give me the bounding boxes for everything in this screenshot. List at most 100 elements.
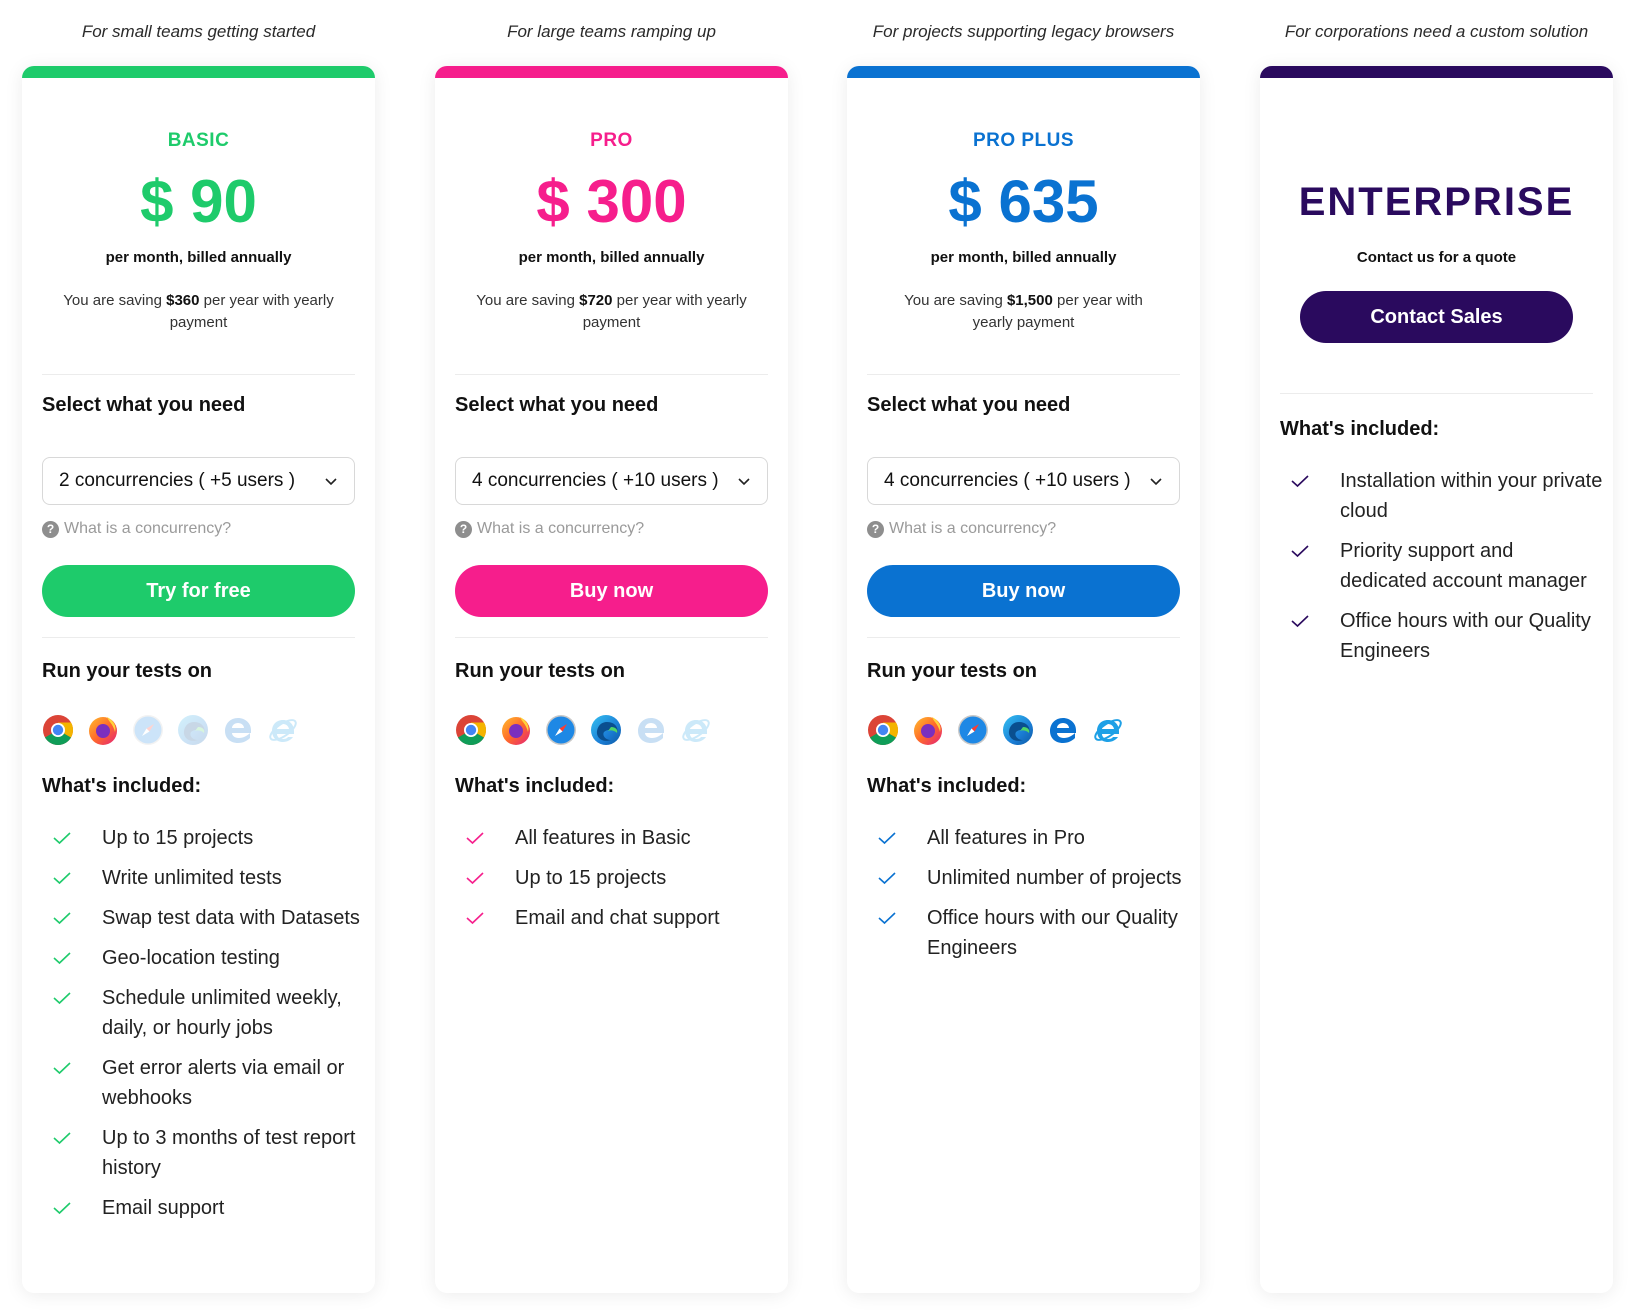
buy-now-button[interactable]: Buy now: [455, 565, 768, 617]
chevron-down-icon: [738, 478, 750, 486]
concurrency-select-value: 2 concurrencies ( +5 users ): [59, 470, 296, 491]
edge-icon: [590, 714, 622, 746]
edge-legacy-icon: [222, 714, 254, 746]
check-icon: [52, 823, 72, 853]
plan-accent-bar: [22, 66, 375, 78]
concurrency-help-link[interactable]: ? What is a concurrency?: [42, 520, 231, 538]
concurrency-select[interactable]: 4 concurrencies ( +10 users ): [455, 457, 768, 505]
concurrency-select[interactable]: 4 concurrencies ( +10 users ): [867, 457, 1180, 505]
feature-item: Up to 15 projects: [52, 823, 365, 853]
question-icon: ?: [42, 520, 59, 538]
feature-text: All features in Pro: [927, 827, 1085, 849]
feature-item: Geo-location testing: [52, 943, 365, 973]
saving-prefix: You are saving: [476, 292, 580, 309]
feature-text: Up to 3 months of test report history: [102, 1127, 356, 1179]
feature-item: Unlimited number of projects: [877, 863, 1190, 893]
plan-card-pro: PRO $ 300 per month, billed annually You…: [435, 66, 788, 1293]
feature-item: Get error alerts via email or webhooks: [52, 1053, 365, 1113]
check-icon: [1290, 536, 1310, 566]
feature-list: Up to 15 projects Write unlimited tests Sw…: [52, 823, 365, 1233]
saving-text: You are saving $1,500 per year with year…: [887, 290, 1160, 334]
internet-explorer-icon: [1092, 714, 1124, 746]
feature-item: Installation within your private cloud: [1290, 466, 1603, 526]
plan-name: BASIC: [167, 130, 230, 151]
browsers-title: Run your tests on: [867, 660, 1038, 682]
plan-tagline: For large teams ramping up: [507, 22, 716, 41]
contact-sales-button[interactable]: Contact Sales: [1300, 291, 1573, 343]
concurrency-select-value: 4 concurrencies ( +10 users ): [884, 470, 1131, 491]
features-title: What's included:: [1280, 418, 1440, 440]
check-icon: [465, 903, 485, 933]
check-icon: [52, 863, 72, 893]
feature-item: Email and chat support: [465, 903, 778, 933]
select-title: Select what you need: [42, 394, 246, 416]
feature-item: Priority support and dedicated account m…: [1290, 536, 1603, 596]
plan-column-pro-plus: For projects supporting legacy browsers …: [847, 0, 1200, 1311]
divider: [867, 374, 1180, 375]
check-icon: [877, 863, 897, 893]
features-title: What's included:: [455, 775, 615, 797]
buy-now-button[interactable]: Buy now: [867, 565, 1180, 617]
feature-text: Up to 15 projects: [515, 867, 667, 889]
safari-icon: [545, 714, 577, 746]
plan-accent-bar: [1260, 66, 1613, 78]
feature-text: Email support: [102, 1197, 225, 1219]
feature-list: All features in Basic Up to 15 projects Em…: [465, 823, 778, 943]
check-icon: [877, 823, 897, 853]
feature-text: Swap test data with Datasets: [102, 907, 360, 929]
feature-text: Office hours with our Quality Engineers: [927, 907, 1178, 959]
saving-text: You are saving $720 per year with yearly…: [475, 290, 748, 334]
plan-name: ENTERPRISE: [1298, 180, 1575, 224]
browser-list: [42, 714, 299, 746]
check-icon: [1290, 606, 1310, 636]
plan-price: $ 300: [536, 168, 687, 235]
feature-item: Up to 3 months of test report history: [52, 1123, 365, 1183]
feature-item: All features in Basic: [465, 823, 778, 853]
firefox-icon: [912, 714, 944, 746]
check-icon: [1290, 466, 1310, 496]
chrome-icon: [867, 714, 899, 746]
plan-tagline: For small teams getting started: [81, 22, 316, 41]
feature-item: Office hours with our Quality Engineers: [877, 903, 1190, 963]
concurrency-help-link[interactable]: ? What is a concurrency?: [867, 520, 1056, 538]
features-title: What's included:: [867, 775, 1027, 797]
check-icon: [52, 903, 72, 933]
divider: [455, 374, 768, 375]
try-for-free-button[interactable]: Try for free: [42, 565, 355, 617]
edge-icon: [177, 714, 209, 746]
check-icon: [465, 823, 485, 853]
concurrency-select[interactable]: 2 concurrencies ( +5 users ): [42, 457, 355, 505]
saving-prefix: You are saving: [904, 292, 1007, 309]
plan-price: $ 635: [948, 168, 1099, 235]
billing-period: per month, billed annually: [930, 249, 1117, 266]
chevron-down-icon: [1150, 478, 1162, 486]
browsers-title: Run your tests on: [455, 660, 626, 682]
feature-text: Priority support and dedicated account m…: [1340, 540, 1587, 592]
safari-icon: [132, 714, 164, 746]
saving-amount: $360: [166, 292, 200, 309]
plan-accent-bar: [847, 66, 1200, 78]
check-icon: [52, 1193, 72, 1223]
edge-legacy-icon: [635, 714, 667, 746]
saving-prefix: You are saving: [63, 292, 167, 309]
check-icon: [52, 1123, 72, 1153]
question-icon: ?: [867, 520, 884, 538]
concurrency-help-link[interactable]: ? What is a concurrency?: [455, 520, 644, 538]
billing-period: per month, billed annually: [105, 249, 292, 266]
feature-text: Office hours with our Quality Engineers: [1340, 610, 1591, 662]
feature-text: Write unlimited tests: [102, 867, 282, 889]
feature-text: Geo-location testing: [102, 947, 280, 969]
plan-name: PRO: [590, 130, 633, 151]
edge-legacy-icon: [1047, 714, 1079, 746]
browser-list: [455, 714, 712, 746]
internet-explorer-icon: [267, 714, 299, 746]
help-text: What is a concurrency?: [477, 520, 645, 537]
chrome-icon: [455, 714, 487, 746]
firefox-icon: [87, 714, 119, 746]
chrome-icon: [42, 714, 74, 746]
saving-text: You are saving $360 per year with yearly…: [62, 290, 335, 334]
billing-period: per month, billed annually: [518, 249, 705, 266]
divider: [867, 637, 1180, 638]
browsers-title: Run your tests on: [42, 660, 213, 682]
plan-card-basic: BASIC $ 90 per month, billed annually Yo…: [22, 66, 375, 1293]
